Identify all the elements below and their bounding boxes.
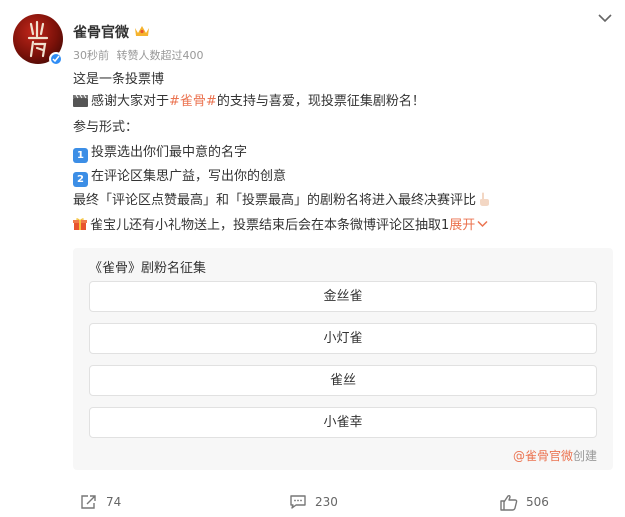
body-line-5: 2 在评论区集思广益，写出你的创意 — [73, 167, 286, 187]
post-meta: 30秒前 转赞人数超过400 — [73, 47, 204, 63]
vote-option-1[interactable]: 金丝雀 — [89, 281, 597, 312]
post-time[interactable]: 30秒前 — [73, 49, 109, 62]
body-line-6: 最终「评论区点赞最高」和「投票最高」的剧粉名将进入最终决赛评比 — [73, 191, 490, 211]
body-line-3: 参与形式： — [73, 120, 139, 135]
expand-chevron-icon — [477, 220, 488, 228]
vote-creator-suffix: 创建 — [572, 449, 597, 463]
vote-creator-link[interactable]: @雀骨官微 — [513, 449, 573, 463]
body-line-7-text: 雀宝儿还有小礼物送上，投票结束后会在本条微博评论区抽取1 — [90, 218, 450, 233]
body-line-6-text: 最终「评论区点赞最高」和「投票最高」的剧粉名将进入最终决赛评比 — [73, 193, 477, 208]
comment-count: 230 — [315, 495, 338, 509]
body-line-2: 感谢大家对于#雀骨#的支持与喜爱，现投票征集剧粉名！ — [73, 92, 425, 112]
vote-option-4[interactable]: 小雀幸 — [89, 407, 597, 438]
crown-icon — [135, 26, 149, 36]
body-line-7: 雀宝儿还有小礼物送上，投票结束后会在本条微博评论区抽取1展开 — [73, 216, 488, 236]
gift-icon — [73, 218, 87, 230]
body-line-2-pre: 感谢大家对于 — [91, 94, 170, 109]
body-line-4: 1 投票选出你们最中意的名字 — [73, 143, 247, 163]
expand-label: 展开 — [449, 218, 476, 233]
repost-icon — [81, 495, 96, 509]
repost-button[interactable]: 74 — [80, 490, 121, 514]
vote-title: 《雀骨》剧粉名征集 — [89, 261, 207, 276]
topic-tag-link[interactable]: #雀骨# — [169, 94, 217, 109]
vote-option-2[interactable]: 小灯雀 — [89, 323, 597, 354]
comment-icon — [290, 495, 306, 509]
comment-button[interactable]: 230 — [289, 490, 338, 514]
thumbs-up-icon — [500, 494, 518, 511]
repost-count: 74 — [106, 495, 122, 509]
vote-option-3[interactable]: 雀丝 — [89, 365, 597, 396]
vote-card: 《雀骨》剧粉名征集 金丝雀 小灯雀 雀丝 小雀幸 @雀骨官微创建 — [73, 248, 613, 470]
repost-stat: 转赞人数超过400 — [116, 49, 204, 62]
body-line-5-text: 在评论区集思广益，写出你的创意 — [91, 169, 287, 184]
chevron-down-icon[interactable] — [597, 12, 613, 24]
body-line-4-text: 投票选出你们最中意的名字 — [91, 145, 248, 160]
body-line-2-post: 的支持与喜爱，现投票征集剧粉名！ — [216, 94, 425, 109]
number-one-icon: 1 — [73, 148, 88, 163]
body-line-1: 这是一条投票博 — [73, 72, 165, 87]
number-two-icon: 2 — [73, 172, 88, 187]
vote-creator: @雀骨官微创建 — [513, 447, 597, 464]
pointing-hand-icon — [480, 192, 490, 206]
verified-badge-icon — [49, 52, 63, 66]
action-bar: 74 230 506 — [0, 490, 625, 514]
expand-link[interactable]: 展开 — [449, 218, 488, 233]
author-name[interactable]: 雀骨官微 — [73, 22, 129, 42]
weibo-post-card: 雀骨官微 30秒前 转赞人数超过400 这是一条投票博 感谢大家对于#雀骨#的支… — [0, 0, 625, 517]
clapperboard-icon — [73, 94, 88, 107]
like-count: 506 — [526, 495, 549, 509]
like-button[interactable]: 506 — [500, 490, 549, 514]
